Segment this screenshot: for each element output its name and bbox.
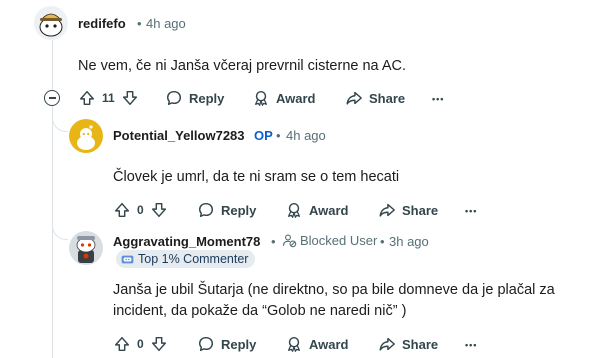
flair-text: Top 1% Commenter	[138, 252, 249, 266]
reply-icon	[198, 202, 214, 218]
reply-label: Reply	[221, 202, 257, 218]
share-icon	[379, 337, 395, 351]
user-flair: Top 1% Commenter	[116, 250, 256, 268]
downvote-icon[interactable]	[150, 335, 168, 353]
vote-count: 11	[102, 91, 115, 105]
vote-widget: 11	[78, 89, 139, 107]
comment-body: Ne vem, če ni Janša včeraj prevrnil cist…	[78, 58, 406, 74]
reply-button[interactable]: Reply	[165, 89, 224, 107]
award-button[interactable]: Award	[252, 89, 316, 107]
award-label: Award	[309, 336, 349, 352]
downvote-icon[interactable]	[150, 201, 168, 219]
share-label: Share	[402, 336, 439, 352]
more-options-button[interactable]: •••	[432, 94, 444, 104]
comment-time[interactable]: 4h ago	[286, 128, 326, 143]
comment-body-line: incident, da pokaže da “Golob ne naredi …	[113, 303, 407, 319]
award-button[interactable]: Award	[285, 335, 349, 353]
comment-time[interactable]: 3h ago	[389, 234, 429, 249]
thread-line	[52, 40, 53, 90]
blocked-user-text: Blocked User	[300, 233, 378, 248]
reply-icon	[166, 90, 182, 106]
upvote-icon[interactable]	[113, 201, 131, 219]
thread-connector	[52, 108, 68, 132]
blocked-user-label: Blocked User	[282, 233, 377, 248]
meta-separator: •	[137, 16, 142, 31]
avatar[interactable]	[69, 119, 103, 153]
award-icon	[287, 336, 301, 352]
commenter-badge-icon	[121, 255, 134, 263]
comment-author[interactable]: Aggravating_Moment78	[113, 234, 260, 249]
more-options-button[interactable]: •••	[465, 206, 477, 216]
avatar[interactable]	[34, 6, 68, 40]
share-button[interactable]: Share	[378, 335, 438, 353]
share-label: Share	[402, 202, 439, 218]
reply-button[interactable]: Reply	[197, 335, 256, 353]
reply-label: Reply	[221, 336, 257, 352]
award-button[interactable]: Award	[285, 201, 349, 219]
award-label: Award	[309, 202, 349, 218]
comment-author[interactable]: Potential_Yellow7283	[113, 128, 245, 143]
vote-widget: 0	[113, 201, 168, 219]
vote-count: 0	[137, 203, 144, 217]
comment-author[interactable]: redifefo	[78, 16, 126, 31]
comment-time[interactable]: 4h ago	[146, 16, 186, 31]
collapse-thread-button[interactable]	[44, 90, 60, 106]
vote-widget: 0	[113, 335, 168, 353]
blocked-user-icon	[282, 234, 297, 248]
comment-body-line: Janša je ubil Šutarja (ne direktno, so p…	[113, 282, 555, 298]
comment-body: Človek je umrl, da te ni sram se o tem h…	[113, 169, 400, 185]
avatar[interactable]	[69, 231, 103, 265]
meta-separator: •	[380, 234, 385, 249]
thread-connector	[52, 214, 68, 240]
award-icon	[254, 90, 268, 106]
share-icon	[379, 203, 395, 217]
share-label: Share	[369, 90, 406, 106]
reply-label: Reply	[189, 90, 225, 106]
share-button[interactable]: Share	[378, 201, 438, 219]
downvote-icon[interactable]	[121, 89, 139, 107]
reply-icon	[198, 336, 214, 352]
share-button[interactable]: Share	[345, 89, 405, 107]
award-label: Award	[276, 90, 316, 106]
upvote-icon[interactable]	[113, 335, 131, 353]
upvote-icon[interactable]	[78, 89, 96, 107]
meta-separator: •	[271, 234, 276, 249]
more-options-button[interactable]: •••	[465, 340, 477, 350]
award-icon	[287, 202, 301, 218]
op-badge: OP	[254, 128, 273, 143]
vote-count: 0	[137, 337, 144, 351]
meta-separator: •	[276, 128, 281, 143]
share-icon	[346, 91, 362, 105]
reply-button[interactable]: Reply	[197, 201, 256, 219]
